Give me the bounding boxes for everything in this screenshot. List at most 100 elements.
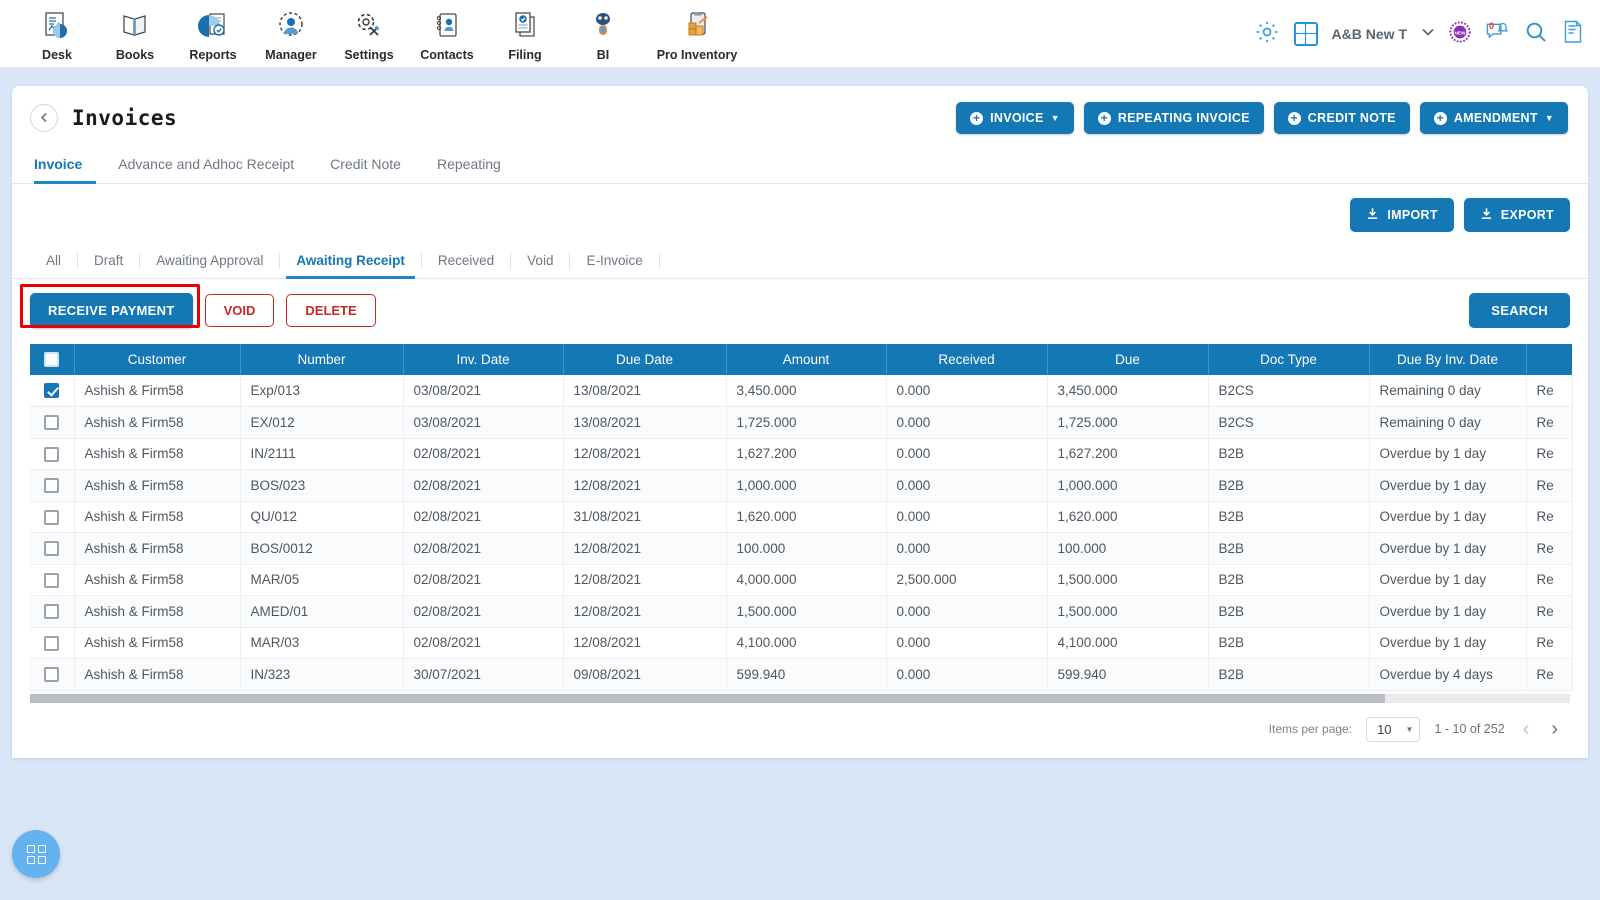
row-select-cell[interactable] bbox=[30, 438, 75, 470]
nav-item-books[interactable]: Books bbox=[96, 6, 174, 62]
apps-floating-button[interactable] bbox=[12, 830, 60, 878]
filter-tab-awaiting-receipt[interactable]: Awaiting Receipt bbox=[280, 244, 421, 279]
filter-tab-all[interactable]: All bbox=[30, 244, 77, 278]
import-button[interactable]: IMPORT bbox=[1350, 198, 1454, 232]
select-all-checkbox[interactable] bbox=[44, 352, 60, 368]
table-row[interactable]: Ashish & Firm58 EX/012 03/08/2021 13/08/202… bbox=[30, 406, 1573, 439]
row-checkbox[interactable] bbox=[44, 509, 60, 525]
search-icon[interactable] bbox=[1524, 20, 1548, 47]
cell-due-date: 12/08/2021 bbox=[563, 469, 727, 502]
row-checkbox[interactable] bbox=[44, 383, 60, 399]
row-select-cell[interactable] bbox=[30, 532, 75, 565]
cell-customer[interactable]: Ashish & Firm58 bbox=[74, 375, 241, 407]
table-row[interactable]: Ashish & Firm58 MAR/03 02/08/2021 12/08/202… bbox=[30, 627, 1573, 659]
cell-customer[interactable]: Ashish & Firm58 bbox=[74, 627, 241, 659]
row-checkbox[interactable] bbox=[44, 446, 60, 462]
table-row[interactable]: Ashish & Firm58 IN/2111 02/08/2021 12/08/20… bbox=[30, 438, 1573, 470]
column-header-number[interactable]: Number bbox=[240, 344, 404, 375]
table-row[interactable]: Ashish & Firm58 Exp/013 03/08/2021 13/08/20… bbox=[30, 375, 1573, 407]
row-checkbox[interactable] bbox=[44, 635, 60, 651]
row-checkbox[interactable] bbox=[44, 478, 60, 494]
row-select-cell[interactable] bbox=[30, 406, 75, 439]
new-badge-icon[interactable]: NEW bbox=[1449, 21, 1471, 46]
nav-item-bi[interactable]: BI bbox=[564, 6, 642, 62]
tab-advance-and-adhoc-receipt[interactable]: Advance and Adhoc Receipt bbox=[100, 146, 312, 183]
column-header-doc-type[interactable]: Doc Type bbox=[1208, 344, 1370, 375]
search-button[interactable]: SEARCH bbox=[1469, 293, 1570, 328]
filter-tab-received[interactable]: Received bbox=[422, 244, 510, 278]
next-page-button[interactable]: › bbox=[1547, 719, 1562, 739]
nav-item-settings[interactable]: Settings bbox=[330, 6, 408, 62]
table-row[interactable]: Ashish & Firm58 BOS/023 02/08/2021 12/08/20… bbox=[30, 469, 1573, 502]
table-row[interactable]: Ashish & Firm58 IN/323 30/07/2021 09/08/202… bbox=[30, 658, 1573, 691]
cell-amount: 3,450.000 bbox=[726, 375, 887, 407]
column-header-truncated[interactable] bbox=[1526, 344, 1572, 375]
filter-tab-e-invoice[interactable]: E-Invoice bbox=[570, 244, 658, 278]
column-header-inv-date[interactable]: Inv. Date bbox=[403, 344, 564, 375]
table-row[interactable]: Ashish & Firm58 MAR/05 02/08/2021 12/08/202… bbox=[30, 564, 1573, 596]
column-header-amount[interactable]: Amount bbox=[726, 344, 887, 375]
row-select-cell[interactable] bbox=[30, 375, 75, 407]
tab-invoice[interactable]: Invoice bbox=[30, 146, 100, 184]
scrollbar-thumb[interactable] bbox=[30, 693, 1386, 703]
row-select-cell[interactable] bbox=[30, 627, 75, 659]
export-button[interactable]: EXPORT bbox=[1463, 198, 1570, 232]
new-repeating-invoice-button[interactable]: + REPEATING INVOICE bbox=[1083, 102, 1264, 134]
cell-customer[interactable]: Ashish & Firm58 bbox=[74, 406, 241, 439]
nav-item-pro-inventory[interactable]: Pro Inventory bbox=[642, 6, 752, 62]
column-header-received[interactable]: Received bbox=[886, 344, 1048, 375]
row-checkbox[interactable] bbox=[44, 604, 60, 620]
row-select-cell[interactable] bbox=[30, 469, 75, 502]
filter-tab-awaiting-approval[interactable]: Awaiting Approval bbox=[140, 244, 279, 278]
items-per-page-select[interactable]: 10 ▼ bbox=[1366, 716, 1421, 742]
previous-page-button[interactable]: ‹ bbox=[1519, 719, 1534, 739]
cell-due: 3,450.000 bbox=[1047, 375, 1209, 407]
column-header-due[interactable]: Due bbox=[1047, 344, 1209, 375]
row-checkbox[interactable] bbox=[44, 572, 60, 588]
new-invoice-button[interactable]: + INVOICE ▼ bbox=[956, 102, 1074, 134]
tab-repeating[interactable]: Repeating bbox=[419, 146, 519, 183]
cell-due-date: 12/08/2021 bbox=[563, 438, 727, 470]
new-amendment-button[interactable]: + AMENDMENT ▼ bbox=[1419, 102, 1568, 134]
column-header-due-date[interactable]: Due Date bbox=[563, 344, 727, 375]
document-icon[interactable] bbox=[1562, 20, 1584, 47]
column-header-customer[interactable]: Customer bbox=[74, 344, 241, 375]
row-checkbox[interactable] bbox=[44, 415, 60, 431]
notification-bell-icon[interactable]: 0 bbox=[1485, 20, 1510, 47]
nav-item-reports[interactable]: Reports bbox=[174, 6, 252, 62]
filter-tab-draft[interactable]: Draft bbox=[78, 244, 139, 278]
horizontal-scrollbar[interactable] bbox=[30, 693, 1570, 703]
nav-item-contacts[interactable]: Contacts bbox=[408, 6, 486, 62]
tab-credit-note[interactable]: Credit Note bbox=[312, 146, 419, 183]
back-button[interactable] bbox=[30, 104, 58, 132]
row-select-cell[interactable] bbox=[30, 658, 75, 691]
delete-button[interactable]: DELETE bbox=[286, 294, 376, 327]
new-credit-note-button[interactable]: + CREDIT NOTE bbox=[1273, 102, 1410, 134]
cell-customer[interactable]: Ashish & Firm58 bbox=[74, 469, 241, 502]
table-row[interactable]: Ashish & Firm58 AMED/01 02/08/2021 12/08/20… bbox=[30, 595, 1573, 628]
cell-customer[interactable]: Ashish & Firm58 bbox=[74, 501, 241, 533]
column-header-due-by-inv-date[interactable]: Due By Inv. Date bbox=[1369, 344, 1527, 375]
table-row[interactable]: Ashish & Firm58 BOS/0012 02/08/2021 12/08/2… bbox=[30, 532, 1573, 565]
cell-customer[interactable]: Ashish & Firm58 bbox=[74, 438, 241, 470]
row-checkbox[interactable] bbox=[44, 667, 60, 683]
nav-item-manager[interactable]: Manager bbox=[252, 6, 330, 62]
button-label: EXPORT bbox=[1500, 208, 1554, 222]
row-checkbox[interactable] bbox=[44, 541, 60, 557]
nav-item-desk[interactable]: Desk bbox=[18, 6, 96, 62]
filter-tab-void[interactable]: Void bbox=[511, 244, 569, 278]
table-row[interactable]: Ashish & Firm58 QU/012 02/08/2021 31/08/202… bbox=[30, 501, 1573, 533]
gear-icon[interactable] bbox=[1254, 19, 1280, 48]
chevron-down-icon[interactable] bbox=[1421, 25, 1435, 42]
calculator-icon[interactable] bbox=[1293, 21, 1318, 46]
row-select-cell[interactable] bbox=[30, 595, 75, 628]
cell-customer[interactable]: Ashish & Firm58 bbox=[74, 595, 241, 628]
cell-customer[interactable]: Ashish & Firm58 bbox=[74, 532, 241, 565]
nav-item-filing[interactable]: Filing bbox=[486, 6, 564, 62]
cell-customer[interactable]: Ashish & Firm58 bbox=[74, 658, 241, 691]
cell-customer[interactable]: Ashish & Firm58 bbox=[74, 564, 241, 596]
void-button[interactable]: VOID bbox=[204, 294, 275, 327]
receive-payment-button[interactable]: RECEIVE PAYMENT bbox=[30, 293, 193, 328]
row-select-cell[interactable] bbox=[30, 501, 75, 533]
row-select-cell[interactable] bbox=[30, 564, 75, 596]
